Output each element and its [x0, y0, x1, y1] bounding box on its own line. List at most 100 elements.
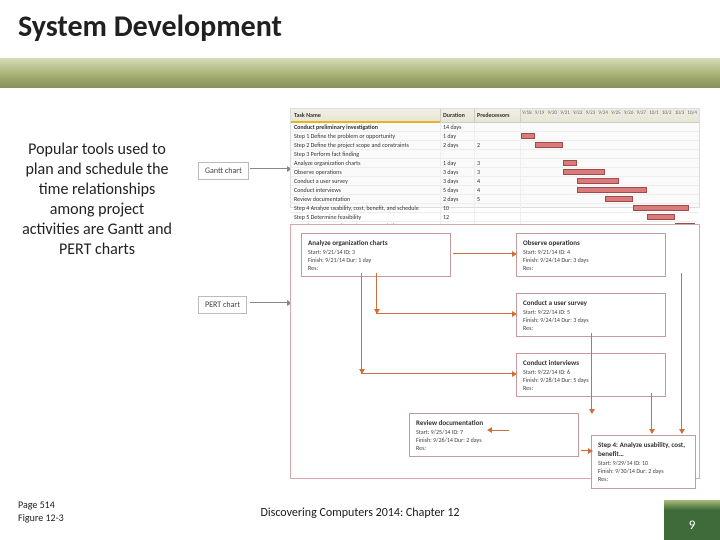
node-line: Res: [523, 325, 659, 333]
node-line: Res: [416, 445, 572, 453]
task-cell: Step 4 Analyze usability, cost, benefit,… [291, 204, 441, 212]
pert-arrow [453, 253, 513, 254]
node-title: Analyze organization charts [308, 238, 444, 247]
gantt-group-row: Conduct preliminary investigation 14 day… [291, 123, 699, 132]
pert-chart: Analyze organization chartsStart: 9/21/1… [290, 224, 700, 479]
bar-area [521, 123, 699, 131]
dur-cell: 1 day [441, 132, 475, 140]
bar-area [521, 195, 699, 203]
bar-area [521, 177, 699, 185]
task-cell: Step 2 Define the project scope and cons… [291, 141, 441, 149]
gantt-timescale: 9/189/199/209/219/229/239/249/259/269/27… [521, 109, 699, 122]
col-task: Task Name [291, 109, 441, 122]
pred-cell [475, 132, 521, 140]
pert-node: Observe operationsStart: 9/21/14 ID: 4Fi… [516, 233, 666, 277]
title-block: System Development [18, 8, 282, 45]
date-tick: 9/27 [635, 109, 648, 122]
pred-cell [475, 213, 521, 221]
node-line: Res: [308, 265, 444, 273]
gantt-bar [563, 160, 577, 166]
pert-node: Analyze organization chartsStart: 9/21/1… [301, 233, 451, 277]
task-cell: Analyze organization charts [291, 159, 441, 167]
cell [475, 123, 521, 131]
node-line: Res: [523, 265, 659, 273]
pert-arrow [361, 273, 362, 373]
gantt-row: Conduct interviews5 days4 [291, 186, 699, 195]
task-cell: Observe operations [291, 168, 441, 176]
node-line: Finish: 9/26/14 Dur: 2 days [416, 437, 572, 445]
dur-cell: 2 days [441, 141, 475, 149]
slide: System Development Popular tools used to… [0, 0, 720, 540]
pred-cell: 3 [475, 159, 521, 167]
pert-arrow [361, 373, 513, 374]
node-line: Finish: 9/21/14 Dur: 1 day [308, 257, 444, 265]
gantt-row: Analyze organization charts1 day3 [291, 159, 699, 168]
dur-cell: 5 days [441, 186, 475, 194]
task-cell: Step 3 Perform fact finding [291, 150, 441, 158]
pert-arrow [376, 313, 513, 314]
task-cell: Conduct interviews [291, 186, 441, 194]
col-duration: Duration [441, 109, 475, 122]
date-tick: 10/2 [661, 109, 674, 122]
date-tick: 9/23 [585, 109, 598, 122]
gantt-bar [647, 214, 675, 220]
pred-cell: 4 [475, 177, 521, 185]
pert-arrow [376, 273, 377, 313]
task-cell: Conduct a user survey [291, 177, 441, 185]
gantt-group-name: Conduct preliminary investigation [291, 123, 441, 131]
date-tick: 9/19 [534, 109, 547, 122]
pert-node: Conduct a user surveyStart: 9/22/14 ID: … [516, 293, 666, 337]
col-predecessors: Predecessors [475, 109, 521, 122]
gantt-group-dur: 14 days [441, 123, 475, 131]
date-tick: 9/21 [559, 109, 572, 122]
pert-chart-label: PERT chart [198, 296, 247, 314]
pert-arrow [681, 273, 682, 433]
gantt-row: Step 3 Perform fact finding [291, 150, 699, 159]
date-tick: 9/20 [546, 109, 559, 122]
node-line: Finish: 9/24/14 Dur: 3 days [523, 317, 659, 325]
body-text: Popular tools used to plan and schedule … [22, 140, 172, 260]
node-line: Finish: 9/30/14 Dur: 2 days [598, 468, 689, 476]
figure-area: Gantt chart PERT chart Task Name Duratio… [198, 106, 703, 481]
date-tick: 9/24 [597, 109, 610, 122]
gantt-row: Step 5 Determine feasibility12 [291, 213, 699, 222]
pred-cell: 5 [475, 195, 521, 203]
gantt-bar [563, 169, 605, 175]
task-cell: Review documentation [291, 195, 441, 203]
date-tick: 10/1 [648, 109, 661, 122]
gantt-bar [577, 178, 619, 184]
bar-area [521, 132, 699, 140]
pred-cell [475, 204, 521, 212]
bar-area [521, 159, 699, 167]
gantt-header: Task Name Duration Predecessors 9/189/19… [291, 109, 699, 123]
node-title: Review documentation [416, 418, 572, 427]
bar-area [521, 186, 699, 194]
node-title: Step 4: Analyze usability, cost, benefit… [598, 440, 689, 458]
pred-cell: 3 [475, 168, 521, 176]
bar-area [521, 204, 699, 212]
arrow-icon [250, 168, 288, 169]
pert-arrow [591, 333, 592, 413]
gantt-row: Conduct a user survey3 days4 [291, 177, 699, 186]
node-line: Res: [598, 476, 689, 484]
date-tick: 10/3 [674, 109, 687, 122]
task-cell: Step 1 Define the problem or opportunity [291, 132, 441, 140]
date-tick: 10/4 [686, 109, 699, 122]
dur-cell: 10 [441, 204, 475, 212]
dur-cell: 12 [441, 213, 475, 221]
pert-node: Review documentationStart: 9/25/14 ID: 7… [409, 413, 579, 457]
node-line: Finish: 9/24/14 Dur: 3 days [523, 257, 659, 265]
pert-node: Step 4: Analyze usability, cost, benefit… [591, 435, 696, 489]
bar-area [521, 168, 699, 176]
dur-cell [441, 150, 475, 158]
gantt-row: Review documentation2 days5 [291, 195, 699, 204]
gantt-row: Step 4 Analyze usability, cost, benefit,… [291, 204, 699, 213]
gantt-bar [577, 187, 647, 193]
dur-cell: 3 days [441, 177, 475, 185]
pert-arrow [491, 430, 509, 431]
pert-arrow [651, 393, 652, 433]
slide-title: System Development [18, 8, 282, 45]
gantt-row: Observe operations3 days3 [291, 168, 699, 177]
gantt-chart-label: Gantt chart [198, 162, 249, 180]
gantt-bar [605, 196, 633, 202]
